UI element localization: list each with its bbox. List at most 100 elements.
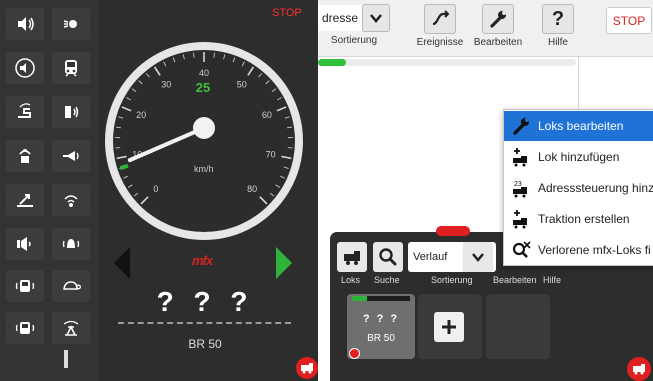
divider [578,56,579,113]
plus-icon [442,320,456,334]
menu-item-create-traction[interactable]: Traktion erstellen [504,204,653,234]
gauge-hub [193,117,215,139]
search-label: Suche [374,275,400,285]
loco-badge-icon[interactable] [296,357,318,379]
headlight-icon [63,20,77,28]
edit-button[interactable]: Bearbeiten [470,4,526,54]
top-toolbar: dresse Sortierung Ereignisse Bearbeiten … [300,0,653,57]
edit-label: Bearbeiten [493,275,537,285]
menu-item-label: Traktion erstellen [538,212,630,226]
direction-left-arrow-icon[interactable] [114,247,130,279]
gauge-tick-label: 40 [199,68,209,78]
search-button[interactable] [373,242,403,272]
events-icon [424,4,456,34]
sort-label: Sortierung [330,35,378,46]
loco-card-speed-bar [352,296,367,301]
speed-gauge[interactable]: 01020304050607080 [105,42,303,240]
loco-card-placeholder: ? ? ? [362,313,400,325]
coupler-function-button[interactable] [6,96,44,128]
traction-icon [510,208,532,230]
train-front-icon [65,60,77,77]
edit-label: Bearbeiten [473,37,523,48]
sort-select-value: Verlauf [413,251,448,263]
smoke-generator-icon [19,148,31,163]
shunting-function-button[interactable] [6,184,44,216]
turtle-icon [63,281,81,290]
gauge-tick-label: 0 [153,184,158,194]
interior-light-function-button[interactable] [6,312,44,344]
horn-function-button[interactable] [52,140,90,172]
menu-item-address-control[interactable]: 23 Adresssteuerung hinz [504,173,653,203]
loco-card-name: BR 50 [367,333,395,344]
address-control-icon: 23 [510,177,532,199]
wrench-icon [510,115,532,137]
direction-right-arrow-icon[interactable] [276,247,292,279]
pantograph-function-button[interactable] [52,312,90,344]
horn-icon [63,151,79,161]
address-sort-value: dresse [318,5,363,31]
stop-button[interactable]: STOP [606,7,652,34]
volume-icon [17,237,31,251]
gauge-tick-label: 30 [161,79,171,89]
door-sound-function-button[interactable] [52,96,90,128]
slow-speed-function-button[interactable] [52,270,90,302]
sort-label: Sortierung [431,275,473,285]
loco-name: BR 50 [188,337,222,351]
signal-function-button[interactable] [52,184,90,216]
help-label: Hilfe [543,275,562,285]
cab-function-button[interactable] [52,52,90,84]
events-label: Ereignisse [416,37,464,48]
menu-item-label: Loks bearbeiten [538,119,624,133]
stop-button[interactable]: STOP [272,7,302,19]
cabin-icon [15,280,35,292]
chevron-down-icon[interactable] [362,4,390,32]
panel-drag-handle[interactable] [436,226,470,236]
gauge-tick-label: 50 [237,79,247,89]
question-icon: ? [542,4,574,34]
menu-item-label: Adresssteuerung hinz [538,181,653,195]
events-button[interactable]: Ereignisse [412,4,468,54]
loks-label: Loks [341,275,361,285]
speaker-circle-icon [15,58,35,78]
pantograph-icon [63,320,79,336]
gauge-tick-label: 80 [247,184,257,194]
speaker-icon [18,17,34,31]
lost-mfx-icon [510,239,532,261]
door-sound-icon [65,106,79,118]
speed-unit: km/h [194,164,214,174]
progress-bar [318,59,347,66]
menu-item-label: Verlorene mfx-Loks fi [538,243,651,257]
shunting-icon [17,194,33,207]
gauge-tick-label: 20 [136,110,146,120]
bell-function-button[interactable] [52,228,90,260]
add-loco-button[interactable] [434,312,464,342]
loco-badge-icon[interactable] [627,357,651,381]
cabin-light-function-button[interactable] [6,270,44,302]
loco-add-icon [510,146,532,168]
bell-icon [62,239,80,248]
sort-control[interactable]: dresse Sortierung [318,4,390,54]
smoke-function-button[interactable] [6,140,44,172]
light-function-button[interactable] [52,8,90,40]
edit-menu: Loks bearbeiten Lok hinzufügen 23 Adress… [503,109,653,266]
volume-function-button[interactable] [6,228,44,260]
menu-item-lost-mfx[interactable]: Verlorene mfx-Loks fi [504,235,653,265]
divider [118,322,291,324]
loco-name-placeholder: ? ? ? [156,286,254,317]
mfx-logo: mfx [192,253,213,268]
slider-handle[interactable] [64,350,68,368]
sort-select[interactable]: Verlauf [408,242,496,272]
menu-item-add-loco[interactable]: Lok hinzufügen [504,142,653,172]
sound-function-button[interactable] [6,8,44,40]
gauge-tick-label: 70 [266,149,276,159]
sound-off-function-button[interactable] [6,52,44,84]
speed-marker [119,163,129,171]
svg-text:23: 23 [514,181,522,188]
menu-item-label: Lok hinzufügen [538,150,620,164]
help-button[interactable]: ? Hilfe [536,4,580,54]
loks-button[interactable] [337,242,367,272]
menu-item-edit-locos[interactable]: Loks bearbeiten [504,111,653,141]
help-label: Hilfe [547,37,568,48]
progress-track [318,59,576,66]
chevron-down-icon[interactable] [463,242,493,272]
